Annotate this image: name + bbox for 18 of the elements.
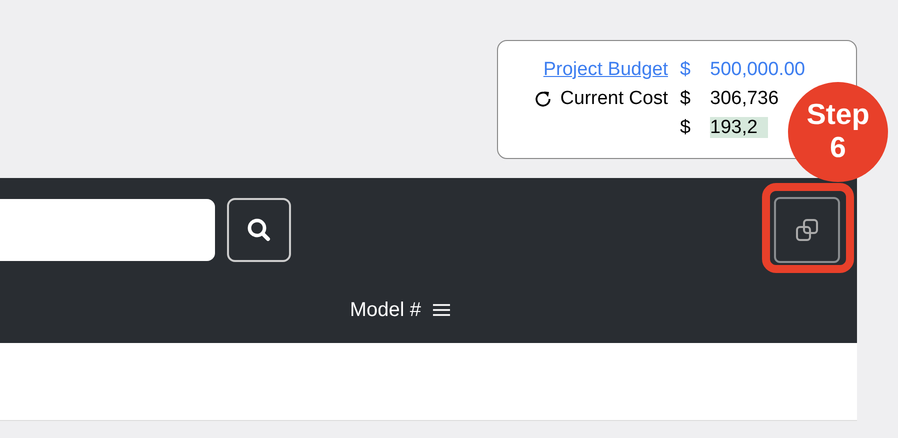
column-header[interactable]: Model # (350, 295, 421, 325)
search-icon (246, 217, 272, 243)
menu-icon[interactable] (433, 303, 450, 317)
amount: 500,000.00 (710, 59, 806, 80)
budget-link[interactable]: Project Budget (543, 57, 668, 82)
currency-symbol: $ (680, 87, 692, 111)
amount: 306,736 (710, 88, 779, 109)
copy-button[interactable] (774, 197, 840, 263)
search-button[interactable] (227, 198, 291, 262)
search-field[interactable] (0, 199, 215, 261)
step-number: 6 (830, 132, 846, 165)
refresh-icon[interactable] (534, 90, 552, 108)
amount: 193,2 (710, 117, 768, 138)
currency-symbol: $ (680, 58, 692, 82)
currency-symbol: $ (680, 116, 692, 140)
step-label: Step (806, 99, 870, 132)
copy-icon (794, 217, 820, 243)
cost-label: Current Cost (560, 87, 668, 111)
